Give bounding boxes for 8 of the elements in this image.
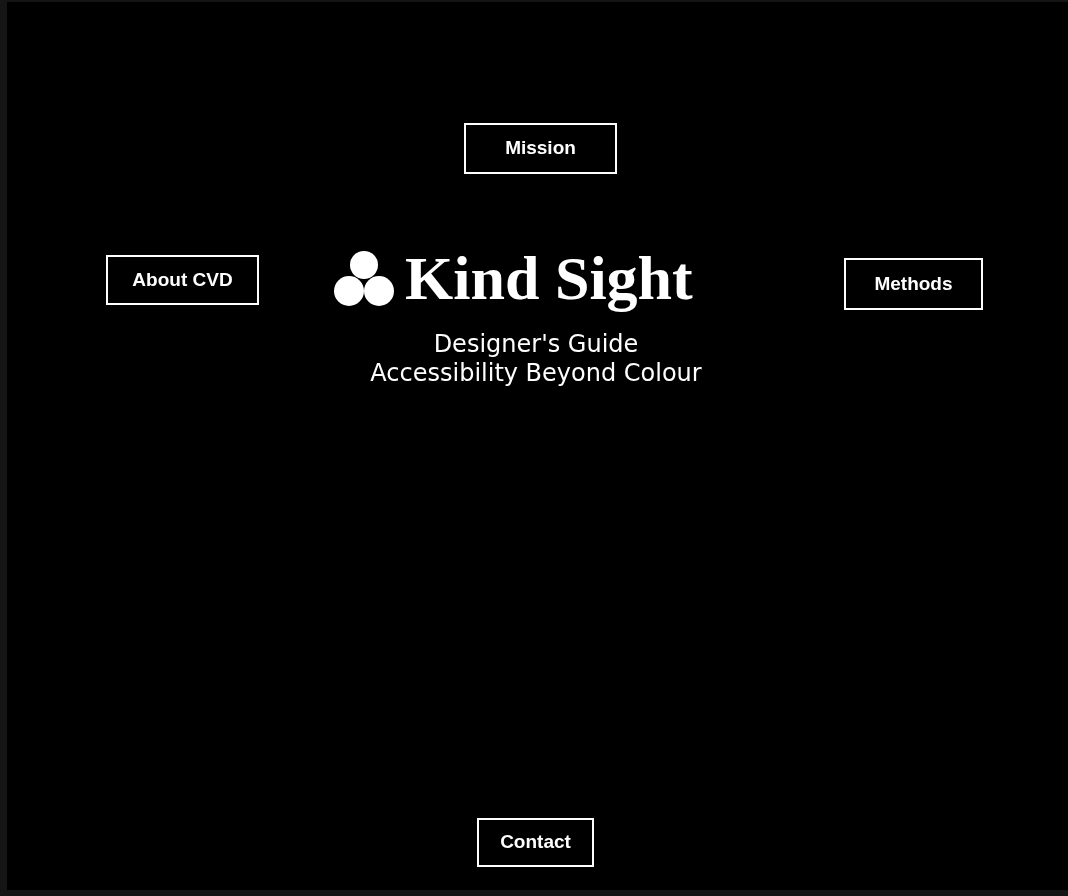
three-dots-icon [333,250,395,306]
subtitle-line: Designer's Guide [433,330,639,359]
nav-button[interactable]: Methods [844,258,983,310]
nav-button[interactable]: Mission [464,123,617,174]
logo-title: Kind Sight [405,243,693,314]
subtitle-line: Accessibility Beyond Colour [370,359,702,388]
nav-button[interactable]: About CVD [106,255,259,305]
nav-button[interactable]: Contact [477,818,594,867]
